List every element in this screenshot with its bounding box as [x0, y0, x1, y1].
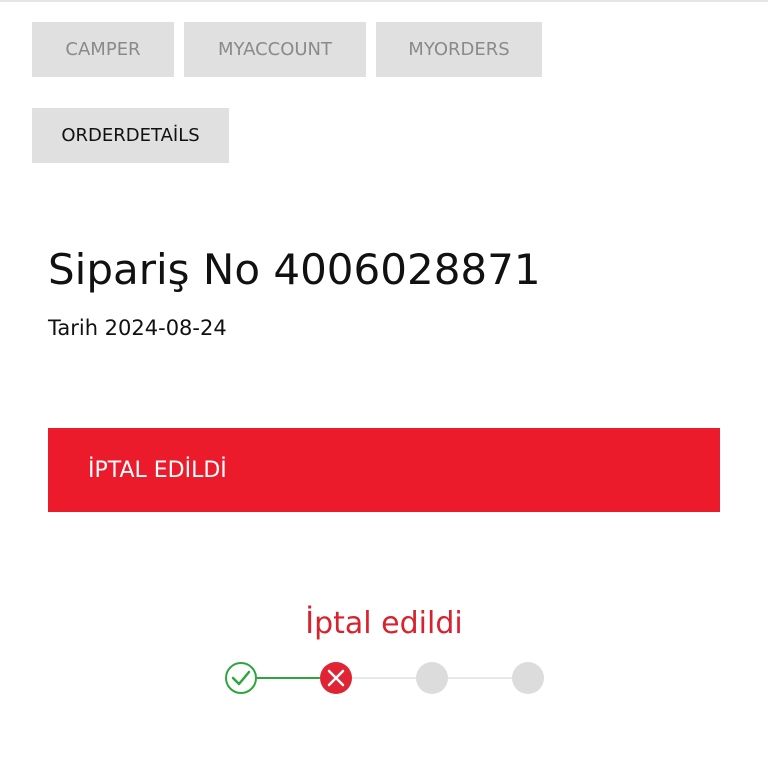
tracker-step-cancelled — [320, 662, 352, 694]
status-label: İptal edildi — [305, 606, 463, 641]
tracker-step-pending — [512, 662, 544, 694]
status-banner-text: İPTAL EDİLDİ — [88, 457, 227, 483]
status-banner: İPTAL EDİLDİ — [48, 428, 720, 512]
order-progress-tracker — [225, 662, 544, 694]
breadcrumb-label: ORDERDETAİLS — [61, 125, 200, 146]
tracker-step-pending — [416, 662, 448, 694]
order-number-title: Sipariş No 4006028871 — [48, 245, 541, 294]
breadcrumb-item-orderdetails[interactable]: ORDERDETAİLS — [32, 108, 229, 163]
top-divider — [0, 0, 768, 2]
breadcrumb-item-camper[interactable]: CAMPER — [32, 22, 174, 77]
breadcrumb-item-myaccount[interactable]: MYACCOUNT — [184, 22, 366, 77]
order-date: Tarih 2024-08-24 — [48, 316, 227, 340]
tracker-step-done — [225, 662, 257, 694]
breadcrumb-item-myorders[interactable]: MYORDERS — [376, 22, 542, 77]
breadcrumb-label: CAMPER — [65, 39, 141, 60]
breadcrumb-label: MYACCOUNT — [217, 39, 333, 60]
breadcrumb-label: MYORDERS — [408, 39, 510, 60]
